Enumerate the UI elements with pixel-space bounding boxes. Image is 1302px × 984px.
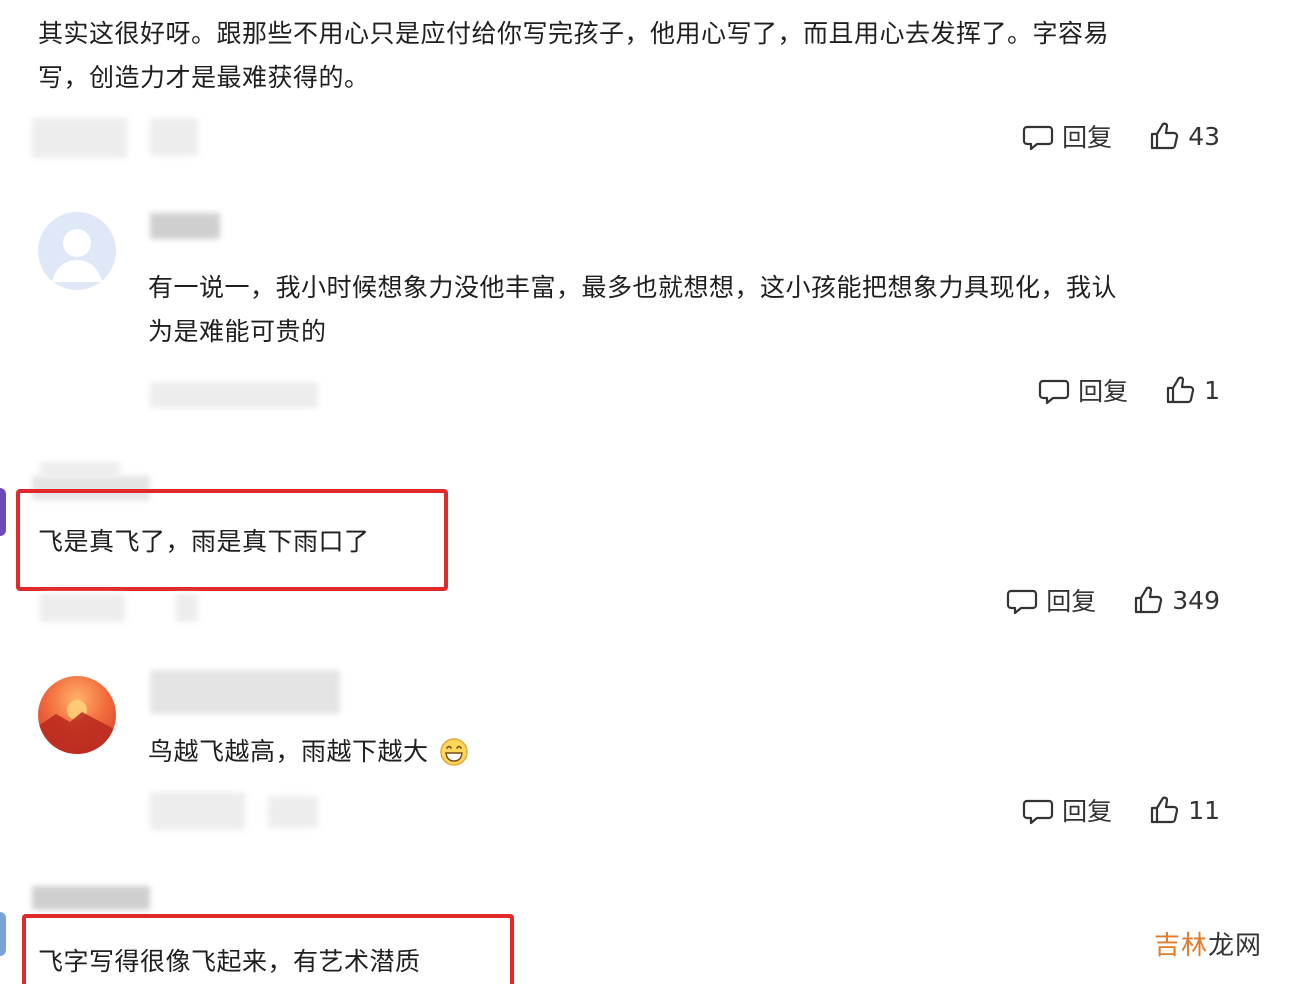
thumbs-up-icon [1166, 376, 1195, 404]
comment-1-line-1: 其实这很好呀。跟那些不用心只是应付给你写完孩子，他用心写了，而且用心去发挥了。字… [38, 19, 1110, 48]
comment-4-text: 鸟越飞越高，雨越下越大 [148, 730, 469, 774]
comment-3-blurred-meta [40, 594, 125, 622]
reply-label: 回复 [1046, 587, 1097, 616]
reply-label: 回复 [1062, 797, 1113, 826]
comment-5-text: 飞字写得很像飞起来，有艺术潜质 [38, 947, 421, 976]
thumbs-up-icon [1135, 586, 1163, 614]
comment-1-blurred-meta [32, 118, 127, 158]
like-count: 1 [1204, 375, 1220, 405]
like-button[interactable]: 43 [1148, 120, 1220, 152]
comment-2-line-2: 为是难能可贵的 [148, 317, 327, 346]
comment-bubble-icon [1007, 589, 1038, 615]
like-button[interactable]: 1 [1164, 374, 1220, 406]
comment-2-blurred-username [150, 213, 220, 239]
comment-4-line-1: 鸟越飞越高，雨越下越大 [148, 737, 429, 766]
comment-4-blurred-username [150, 670, 340, 714]
comment-bubble-icon [1038, 379, 1070, 405]
reply-label: 回复 [1078, 377, 1129, 406]
thumbs-up-icon [1151, 796, 1179, 824]
comment-4-blurred-meta [150, 792, 245, 830]
like-count: 349 [1172, 585, 1220, 615]
watermark-part-1: 吉林 [1153, 931, 1208, 961]
comment-1-actions: 回复 43 [1022, 116, 1220, 156]
avatar-edge [0, 488, 6, 536]
like-button[interactable]: 349 [1132, 584, 1220, 616]
comment-3-text: 飞是真飞了，雨是真下雨口了 [38, 527, 370, 556]
grin-emoji-icon [439, 738, 468, 766]
comment-4-blurred-meta-2 [268, 796, 318, 828]
reply-button[interactable]: 回复 [1022, 118, 1112, 154]
comment-2-blurred-meta [150, 382, 318, 408]
avatar[interactable] [38, 212, 116, 290]
watermark-part-2: 龙网 [1207, 931, 1262, 961]
comment-2-actions: 回复 1 [1038, 370, 1220, 410]
comment-3-blurred-meta-2 [176, 594, 198, 622]
like-button[interactable]: 11 [1148, 794, 1220, 826]
like-count: 43 [1188, 121, 1220, 151]
comment-3-actions: 回复 349 [1006, 580, 1220, 620]
like-count: 11 [1188, 795, 1220, 825]
comment-3-blurred-username-top [40, 462, 120, 478]
comment-5-blurred-username [32, 886, 150, 910]
comment-1-blurred-meta-2 [150, 118, 198, 156]
watermark: 吉林龙网 [1154, 925, 1262, 962]
thumbs-up-icon [1151, 122, 1179, 150]
avatar-edge [0, 912, 6, 956]
reply-button[interactable]: 回复 [1006, 582, 1096, 618]
comment-4-actions: 回复 11 [1022, 790, 1220, 830]
sunset-avatar-icon [38, 700, 116, 754]
reply-button[interactable]: 回复 [1022, 792, 1112, 828]
comment-bubble-icon [1023, 799, 1054, 825]
comment-2-line-1: 有一说一，我小时候想象力没他丰富，最多也就想想，这小孩能把想象力具现化，我认 [148, 273, 1118, 302]
reply-button[interactable]: 回复 [1038, 372, 1128, 408]
comment-bubble-icon [1023, 125, 1054, 151]
comment-2-text: 有一说一，我小时候想象力没他丰富，最多也就想想，这小孩能把想象力具现化，我认 为… [148, 266, 1238, 354]
default-avatar-icon [52, 229, 102, 282]
reply-label: 回复 [1062, 123, 1113, 152]
comment-1-line-2: 写，创造力才是最难获得的。 [38, 63, 370, 92]
comment-1-text: 其实这很好呀。跟那些不用心只是应付给你写完孩子，他用心写了，而且用心去发挥了。字… [38, 12, 1238, 100]
avatar[interactable] [38, 676, 116, 754]
